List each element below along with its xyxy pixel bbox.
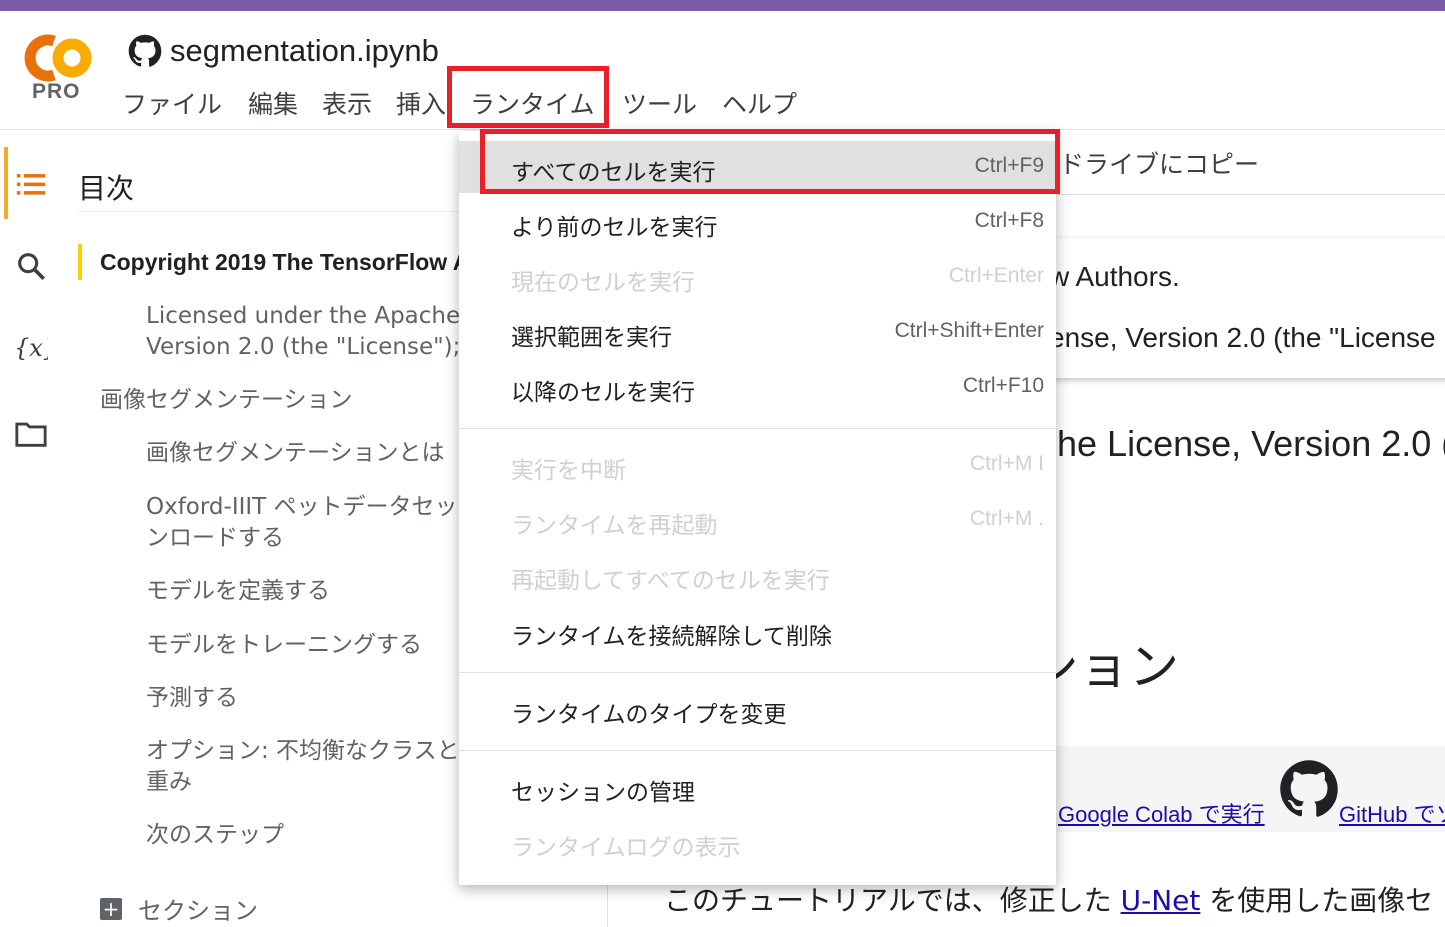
menu-separator	[459, 672, 1056, 673]
menu-item-shortcut: Ctrl+F10	[962, 374, 1044, 397]
menu-item-label: 再起動してすべてのセルを実行	[511, 568, 830, 594]
change-runtime-type-item[interactable]: ランタイムのタイプを変更	[459, 683, 1056, 735]
menu-separator	[459, 750, 1056, 751]
menu-tools[interactable]: ツール	[622, 85, 697, 121]
toc-list-icon[interactable]	[14, 167, 48, 201]
add-section-label: セクション	[138, 897, 258, 925]
pro-badge: PRO	[32, 80, 81, 103]
menu-item-shortcut: Ctrl+Enter	[948, 264, 1044, 287]
rail-active-indicator	[4, 147, 8, 219]
toc-active-indicator	[78, 244, 82, 280]
toc-item[interactable]: モデルを定義する	[146, 576, 330, 607]
menu-item-label: セッションの管理	[511, 780, 695, 806]
menu-insert[interactable]: 挿入	[396, 85, 446, 121]
copy-to-drive-button[interactable]: ドライブにコピー	[1059, 145, 1259, 181]
run-current-item[interactable]: 現在のセルを実行 Ctrl+Enter	[459, 251, 1056, 303]
menu-item-shortcut: Ctrl+F8	[974, 209, 1044, 232]
unet-link[interactable]: U-Net	[1121, 884, 1201, 917]
interrupt-item[interactable]: 実行を中断 Ctrl+M I	[459, 439, 1056, 491]
runtime-dropdown: すべてのセルを実行 Ctrl+F9 より前のセルを実行 Ctrl+F8 現在のセ…	[459, 131, 1056, 885]
menu-item-shortcut: Ctrl+F9	[974, 154, 1044, 177]
view-runtime-logs-item[interactable]: ランタイムログの表示	[459, 816, 1056, 868]
toc-item[interactable]: 画像セグメンテーションとは	[146, 438, 445, 469]
colab-logo-icon	[24, 34, 92, 82]
plus-icon: +	[100, 897, 122, 920]
variables-icon[interactable]: {x}	[14, 331, 48, 365]
toc-item[interactable]: 重み	[146, 767, 192, 798]
menu-item-shortcut: Ctrl+M I	[969, 452, 1044, 475]
section-heading: che License, Version 2.0 (	[1039, 423, 1445, 464]
run-after-item[interactable]: 以降のセルを実行 Ctrl+F10	[459, 361, 1056, 413]
cell-line: ense, Version 2.0 (the "License	[1049, 322, 1436, 353]
github-link[interactable]: GitHub でソ	[1339, 797, 1445, 829]
menu-item-shortcut: Ctrl+M .	[969, 507, 1044, 530]
run-selection-item[interactable]: 選択範囲を実行 Ctrl+Shift+Enter	[459, 306, 1056, 358]
menu-edit[interactable]: 編集	[248, 85, 298, 121]
menu-separator	[459, 428, 1056, 429]
menu-runtime[interactable]: ランタイム	[470, 85, 595, 121]
github-icon[interactable]	[1279, 759, 1339, 819]
github-icon[interactable]	[128, 34, 162, 68]
restart-run-all-item[interactable]: 再起動してすべてのセルを実行	[459, 549, 1056, 601]
menu-item-label: ランタイムを再起動	[511, 513, 718, 539]
notebook-title[interactable]: segmentation.ipynb	[170, 33, 439, 69]
menu-item-label: 選択範囲を実行	[511, 325, 672, 351]
side-rail: {x}	[0, 131, 62, 927]
para-text: このチュートリアルでは、修正した	[664, 884, 1121, 917]
toc-title: 目次	[78, 172, 135, 205]
menu-view[interactable]: 表示	[322, 85, 372, 121]
run-before-item[interactable]: より前のセルを実行 Ctrl+F8	[459, 196, 1056, 248]
menu-item-label: ランタイムログの表示	[511, 835, 741, 861]
disconnect-delete-item[interactable]: ランタイムを接続解除して削除	[459, 605, 1056, 657]
folder-icon[interactable]	[14, 417, 48, 451]
menu-item-label: 現在のセルを実行	[511, 270, 695, 296]
colab-link[interactable]: Google Colab で実行	[1058, 797, 1265, 829]
restart-item[interactable]: ランタイムを再起動 Ctrl+M .	[459, 494, 1056, 546]
toc-item[interactable]: モデルをトレーニングする	[146, 630, 422, 661]
menu-item-label: より前のセルを実行	[511, 215, 718, 241]
menu-item-label: 実行を中断	[511, 458, 626, 484]
toc-item[interactable]: Licensed under the Apache	[146, 301, 460, 332]
add-section-button[interactable]: + セクション	[100, 891, 258, 926]
menu-item-label: すべてのセルを実行	[511, 160, 716, 186]
manage-sessions-item[interactable]: セッションの管理	[459, 761, 1056, 813]
run-all-item[interactable]: すべてのセルを実行 Ctrl+F9	[459, 141, 1056, 193]
menu-item-label: ランタイムを接続解除して削除	[511, 624, 832, 650]
code-cell[interactable]	[1039, 238, 1445, 378]
toc-item[interactable]: 画像セグメンテーション	[100, 385, 353, 416]
menu-item-label: ランタイムのタイプを変更	[511, 702, 787, 728]
cell-line: w Authors.	[1049, 261, 1180, 292]
menu-help[interactable]: ヘルプ	[722, 85, 797, 121]
toc-item[interactable]: 次のステップ	[146, 820, 284, 851]
menu-item-shortcut: Ctrl+Shift+Enter	[894, 319, 1044, 342]
colab-logo[interactable]: PRO	[18, 33, 96, 113]
app-header: PRO segmentation.ipynb ファイル 編集 表示 挿入 ランタ…	[0, 11, 1445, 130]
search-icon[interactable]	[14, 249, 48, 283]
intro-paragraph: このチュートリアルでは、修正した U-Net を使用した画像セ	[664, 879, 1433, 919]
menu-item-label: 以降のセルを実行	[511, 380, 695, 406]
svg-text:{x}: {x}	[14, 334, 48, 362]
toc-item[interactable]: Version 2.0 (the "License");	[146, 332, 460, 363]
browser-top-strip	[0, 0, 1445, 11]
para-text: を使用した画像セ	[1200, 884, 1434, 917]
toc-item[interactable]: 予測する	[146, 683, 238, 714]
toc-item[interactable]: ンロードする	[146, 523, 284, 554]
menu-file[interactable]: ファイル	[122, 85, 222, 121]
